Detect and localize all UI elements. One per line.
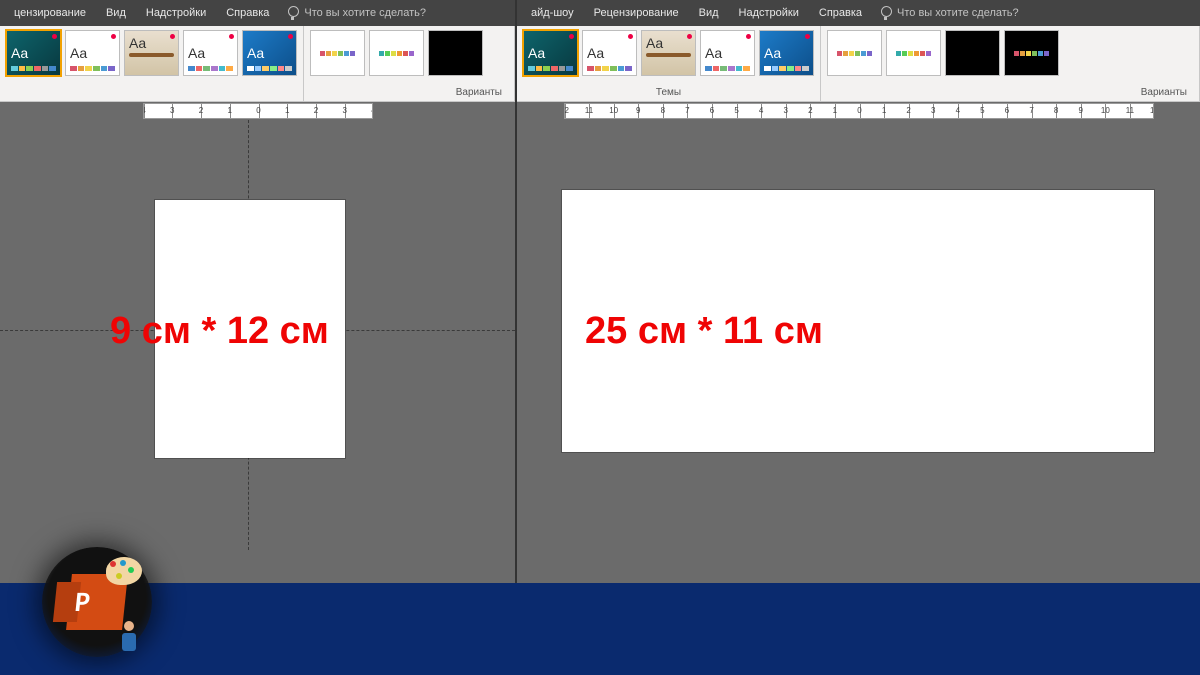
lightbulb-icon [287,6,298,20]
tab-addins[interactable]: Надстройки [136,0,216,26]
theme-thumb-wood-r[interactable]: Aa [641,30,696,76]
palette-icon [106,557,142,585]
variant-r2[interactable] [886,30,941,76]
tab-review-r[interactable]: Рецензирование [584,0,689,26]
tab-view[interactable]: Вид [96,0,136,26]
variants-group-left: Варианты [304,26,515,101]
tell-me-search-r[interactable]: Что вы хотите сделать? [880,6,1019,20]
variants-label-left: Варианты [310,85,508,101]
lightbulb-icon [880,6,891,20]
tell-me-label: Что вы хотите сделать? [304,7,426,19]
ruler-left: 432101234 [0,102,515,120]
variant-r3[interactable] [945,30,1000,76]
theme-thumb-blue-r[interactable]: Aa [759,30,814,76]
ribbon-right: Aa Aa Aa Aa Aa Темы Варианты [517,26,1200,102]
tell-me-label-r: Что вы хотите сделать? [897,7,1019,19]
tab-view-r[interactable]: Вид [689,0,729,26]
variant-1[interactable] [310,30,365,76]
themes-group-right: Aa Aa Aa Aa Aa Темы [517,26,821,101]
tab-help[interactable]: Справка [216,0,279,26]
variant-r1[interactable] [827,30,882,76]
themes-group-left: Aa Aa Aa Aa Aa [0,26,304,101]
ribbon-tabs-right: айд-шоу Рецензирование Вид Надстройки Сп… [517,0,1200,26]
theme-thumb-dark[interactable]: Aa [6,30,61,76]
themes-label [6,85,297,101]
tab-review[interactable]: цензирование [4,0,96,26]
tab-addins-r[interactable]: Надстройки [729,0,809,26]
dimension-label-right: 25 см * 11 см [585,310,823,353]
ruler-right: 1211109876543210123456789101112 [517,102,1200,120]
theme-thumb-wood[interactable]: Aa [124,30,179,76]
theme-thumb-plain[interactable]: Aa [183,30,238,76]
variant-2[interactable] [369,30,424,76]
variants-label-right: Варианты [827,85,1193,101]
variant-r4[interactable] [1004,30,1059,76]
themes-label-right: Темы [523,85,814,101]
variants-group-right: Варианты [821,26,1200,101]
person-icon [120,621,138,651]
tell-me-search[interactable]: Что вы хотите сделать? [287,6,426,20]
dimension-label-left: 9 см * 12 см [110,310,329,353]
theme-thumb-plain-r[interactable]: Aa [700,30,755,76]
variant-3[interactable] [428,30,483,76]
ribbon-tabs-left: цензирование Вид Надстройки Справка Что … [0,0,515,26]
theme-thumb-light[interactable]: Aa [65,30,120,76]
theme-thumb-light-r[interactable]: Aa [582,30,637,76]
theme-thumb-dark-r[interactable]: Aa [523,30,578,76]
tab-slideshow[interactable]: айд-шоу [521,0,584,26]
theme-thumb-blue[interactable]: Aa [242,30,297,76]
powerpoint-badge: P [42,547,152,657]
ribbon-left: Aa Aa Aa Aa Aa Варианты [0,26,515,102]
bottom-banner [0,583,1200,675]
tab-help-r[interactable]: Справка [809,0,872,26]
